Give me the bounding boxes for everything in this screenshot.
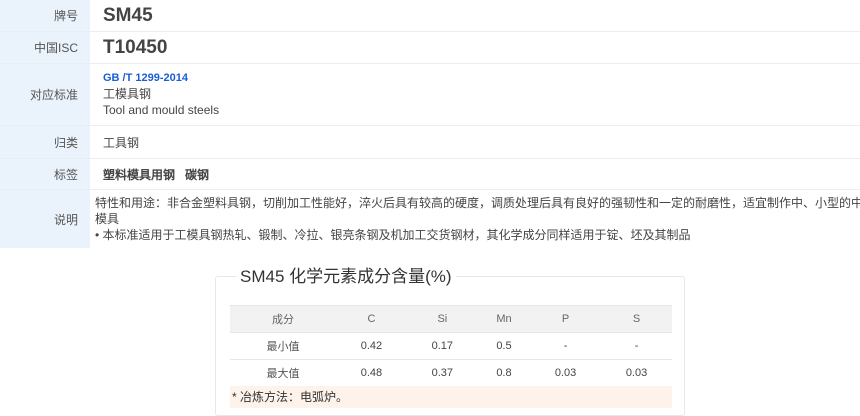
grade-value: SM45	[103, 4, 153, 26]
max-si: 0.37	[406, 359, 478, 387]
header-mn: Mn	[477, 305, 531, 333]
min-s: -	[601, 332, 672, 360]
tags-row: 标签 塑料模具用钢 碳钢	[0, 159, 860, 190]
description-line-3: • 本标准适用于工模具钢热轧、锻制、冷拉、银亮条钢及机加工交货钢材，其化学成分同…	[95, 228, 691, 242]
standard-name-en: Tool and mould steels	[103, 102, 220, 117]
max-mn: 0.8	[477, 359, 531, 387]
header-si: Si	[406, 305, 478, 333]
table-row-min: 最小值 0.42 0.17 0.5 - -	[230, 332, 672, 360]
grade-label: 牌号	[0, 0, 90, 31]
header-component: 成分	[230, 305, 336, 333]
row-min-label: 最小值	[230, 332, 336, 360]
smelting-method-note: * 冶炼方法：电弧炉。	[230, 386, 672, 408]
category-row: 归类 工具钢	[0, 126, 860, 159]
max-c: 0.48	[335, 359, 407, 387]
header-c: C	[335, 305, 407, 333]
max-p: 0.03	[530, 359, 602, 387]
description-label: 说明	[0, 190, 90, 248]
category-label: 归类	[0, 126, 90, 158]
description-row: 说明 特性和用途：非合金塑料具钢，切削加工性能好，淬火后具有较高的硬度，调质处理…	[0, 190, 860, 248]
composition-header-row: 成分 C Si Mn P S	[230, 305, 672, 333]
category-value: 工具钢	[103, 135, 140, 150]
isc-value: T10450	[103, 36, 168, 58]
tag-carbon-steel[interactable]: 碳钢	[185, 166, 209, 183]
standard-link[interactable]: GB /T 1299-2014	[103, 72, 860, 84]
description-line-2: 模具	[95, 212, 120, 226]
min-c: 0.42	[335, 332, 407, 360]
header-s: S	[601, 305, 672, 333]
composition-title: SM45 化学元素成分含量(%)	[236, 262, 456, 287]
material-info-table: 牌号 SM45 中国ISC T10450 对应标准 GB /T 1299-201…	[0, 0, 860, 248]
grade-row: 牌号 SM45	[0, 0, 860, 32]
header-p: P	[530, 305, 602, 333]
standard-name-cn: 工模具钢	[103, 86, 152, 101]
tags-label: 标签	[0, 159, 90, 189]
composition-table: 成分 C Si Mn P S 最小值 0.42 0.17 0.5 - - 最大值…	[230, 305, 672, 387]
standard-row: 对应标准 GB /T 1299-2014 工模具钢 Tool and mould…	[0, 64, 860, 126]
isc-row: 中国ISC T10450	[0, 32, 860, 64]
standard-label: 对应标准	[0, 64, 90, 125]
min-mn: 0.5	[477, 332, 531, 360]
min-si: 0.17	[406, 332, 478, 360]
table-row-max: 最大值 0.48 0.37 0.8 0.03 0.03	[230, 359, 672, 387]
row-max-label: 最大值	[230, 359, 336, 387]
max-s: 0.03	[601, 359, 672, 387]
isc-label: 中国ISC	[0, 32, 90, 63]
description-line-1: 特性和用途：非合金塑料具钢，切削加工性能好，淬火后具有较高的硬度，调质处理后具有…	[95, 196, 860, 210]
tag-plastic-mould-steel[interactable]: 塑料模具用钢	[103, 166, 175, 183]
min-p: -	[530, 332, 602, 360]
